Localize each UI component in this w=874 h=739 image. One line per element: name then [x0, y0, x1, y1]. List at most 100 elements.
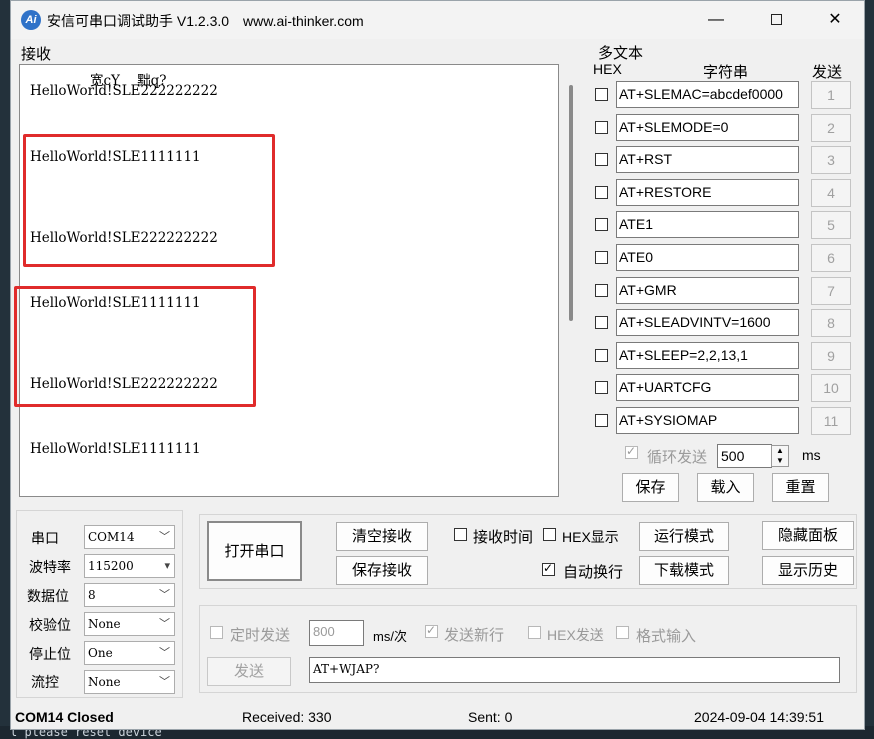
- command-send-button[interactable]: 4: [811, 178, 851, 207]
- parity-select[interactable]: None ﹀: [84, 612, 175, 636]
- chevron-down-icon: ﹀: [159, 588, 170, 601]
- stopbits-select[interactable]: One ﹀: [84, 641, 175, 665]
- command-string-input[interactable]: AT+SYSIOMAP: [616, 407, 799, 434]
- command-string-input[interactable]: AT+SLEADVINTV=1600: [616, 309, 799, 337]
- receive-scrollbar[interactable]: [569, 85, 573, 321]
- background-window-strip-right: [864, 0, 874, 739]
- command-send-button[interactable]: 9: [811, 341, 851, 370]
- minimize-button[interactable]: —: [693, 5, 739, 35]
- command-hex-checkbox[interactable]: [595, 218, 608, 232]
- auto-wrap-checkbox[interactable]: [542, 561, 555, 576]
- hex-send-checkbox[interactable]: [528, 626, 541, 639]
- command-hex-checkbox[interactable]: [595, 185, 608, 199]
- save-multitext-button[interactable]: 保存: [622, 473, 679, 502]
- loop-interval-input[interactable]: 500: [717, 444, 772, 468]
- chevron-down-icon: ﹀: [159, 530, 170, 543]
- hide-panel-button[interactable]: 隐藏面板: [762, 521, 854, 550]
- command-send-button[interactable]: 5: [811, 211, 851, 240]
- receive-time-checkbox[interactable]: [454, 528, 467, 541]
- command-string-input[interactable]: AT+SLEMAC=abcdef0000: [616, 81, 799, 108]
- parity-label: 校验位: [29, 617, 71, 633]
- command-send-button[interactable]: 1: [811, 81, 851, 109]
- load-multitext-button[interactable]: 载入: [697, 473, 754, 502]
- hex-display-checkbox[interactable]: [543, 528, 556, 541]
- command-send-button[interactable]: 8: [811, 309, 851, 338]
- command-hex-checkbox[interactable]: [595, 120, 608, 134]
- command-send-button[interactable]: 2: [811, 113, 851, 142]
- receive-line: HelloWorld!SLE222222222: [30, 83, 218, 99]
- send-newline-checkbox[interactable]: [425, 623, 438, 638]
- close-button[interactable]: ✕: [812, 5, 858, 35]
- command-hex-checkbox[interactable]: [595, 414, 608, 427]
- title-bar: Ai 安信可串口调试助手 V1.2.3.0 www.ai-thinker.com …: [11, 1, 864, 39]
- receive-line: HelloWorld!SLE1111111: [30, 441, 201, 457]
- multitext-label: 多文本: [598, 45, 644, 62]
- command-string-input[interactable]: AT+GMR: [616, 276, 799, 304]
- show-history-button[interactable]: 显示历史: [762, 556, 854, 585]
- receive-label: 接收: [21, 46, 52, 63]
- status-bar: COM14 Closed Received: 330 Sent: 0 2024-…: [11, 706, 864, 730]
- command-string-input[interactable]: ATE1: [616, 211, 799, 239]
- run-mode-button[interactable]: 运行模式: [639, 522, 729, 551]
- save-receive-button[interactable]: 保存接收: [336, 556, 428, 585]
- receive-time-label: 接收时间: [473, 529, 534, 546]
- format-input-checkbox[interactable]: [616, 626, 629, 639]
- sent-count: Sent: 0: [468, 709, 513, 725]
- highlight-box-1: [23, 134, 275, 267]
- maximize-button[interactable]: [753, 5, 799, 35]
- flow-select[interactable]: None ﹀: [84, 670, 175, 694]
- port-select[interactable]: COM14 ﹀: [84, 525, 175, 549]
- format-input-label: 格式输入: [636, 628, 697, 645]
- timed-interval-input[interactable]: 800: [309, 620, 364, 646]
- command-hex-checkbox[interactable]: [595, 251, 608, 264]
- command-hex-checkbox[interactable]: [595, 348, 608, 362]
- timed-send-checkbox[interactable]: [210, 626, 223, 639]
- chevron-down-icon: ﹀: [159, 675, 170, 688]
- command-string-input[interactable]: AT+SLEMODE=0: [616, 113, 799, 141]
- loop-interval-spinner[interactable]: ▲ ▼: [771, 445, 789, 467]
- receive-textarea[interactable]: 宽cY 黜q? HelloWorld!SLE222222222 HelloWor…: [19, 64, 559, 497]
- databits-label: 数据位: [27, 588, 69, 604]
- port-status: COM14 Closed: [15, 709, 114, 725]
- baud-value: 115200: [88, 559, 134, 573]
- loop-send-checkbox[interactable]: [625, 444, 638, 459]
- command-hex-checkbox[interactable]: [595, 316, 608, 330]
- chevron-down-icon: ﹀: [159, 646, 170, 659]
- command-hex-checkbox[interactable]: [595, 153, 608, 167]
- hex-display-label: HEX显示: [562, 529, 619, 545]
- command-send-button[interactable]: 10: [811, 374, 851, 403]
- loop-send-label: 循环发送: [647, 449, 708, 466]
- baud-select[interactable]: 115200 ▾: [84, 554, 175, 578]
- flow-label: 流控: [31, 674, 59, 690]
- string-column-header: 字符串: [703, 64, 749, 81]
- command-string-input[interactable]: AT+RESTORE: [616, 178, 799, 206]
- databits-select[interactable]: 8 ﹀: [84, 583, 175, 607]
- command-string-input[interactable]: AT+RST: [616, 146, 799, 174]
- window-title-url: www.ai-thinker.com: [243, 13, 364, 29]
- download-mode-button[interactable]: 下载模式: [639, 556, 729, 585]
- send-button[interactable]: 发送: [207, 657, 291, 686]
- send-newline-label: 发送新行: [444, 627, 505, 644]
- command-send-button[interactable]: 7: [811, 276, 851, 305]
- send-input[interactable]: AT+WJAP?: [309, 657, 840, 683]
- command-send-button[interactable]: 11: [811, 407, 851, 435]
- databits-value: 8: [88, 588, 96, 602]
- hex-send-label: HEX发送: [547, 627, 604, 643]
- timed-send-label: 定时发送: [230, 627, 291, 644]
- command-send-button[interactable]: 3: [811, 146, 851, 175]
- open-port-button[interactable]: 打开串口: [207, 521, 302, 581]
- stopbits-label: 停止位: [29, 646, 71, 662]
- app-logo-icon: Ai: [21, 10, 41, 30]
- command-hex-checkbox[interactable]: [595, 381, 608, 395]
- reset-multitext-button[interactable]: 重置: [772, 473, 829, 502]
- command-string-input[interactable]: AT+UARTCFG: [616, 374, 799, 402]
- command-hex-checkbox[interactable]: [595, 283, 608, 297]
- chevron-down-icon: ﹀: [159, 617, 170, 630]
- command-string-input[interactable]: AT+SLEEP=2,2,13,1: [616, 341, 799, 369]
- clear-receive-button[interactable]: 清空接收: [336, 522, 428, 551]
- command-string-input[interactable]: ATE0: [616, 244, 799, 271]
- command-send-button[interactable]: 6: [811, 244, 851, 272]
- window-title: 安信可串口调试助手 V1.2.3.0 www.ai-thinker.com: [47, 11, 364, 31]
- received-count: Received: 330: [242, 709, 332, 725]
- command-hex-checkbox[interactable]: [595, 88, 608, 101]
